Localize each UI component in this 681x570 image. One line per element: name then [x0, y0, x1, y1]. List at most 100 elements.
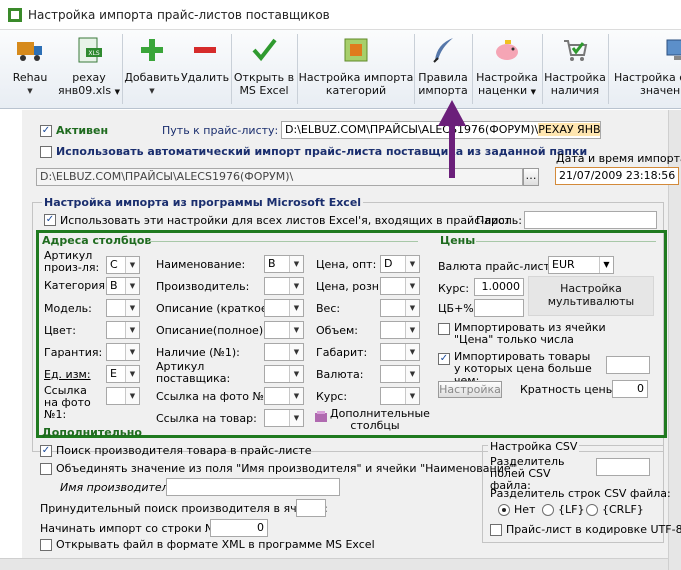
merge-label: Объединять значение из поля "Имя произво… — [56, 462, 516, 475]
chevron-down-icon: ▼ — [405, 366, 419, 382]
supplier-article-label: Артикул поставщика: — [156, 360, 231, 385]
availability-select[interactable]: ▼ — [264, 343, 304, 361]
unit-select[interactable]: E ▼ — [106, 365, 140, 383]
radio-crlf[interactable] — [586, 504, 598, 516]
settings-button[interactable]: Настройка — [438, 381, 502, 398]
category-select[interactable]: B ▼ — [106, 277, 140, 295]
warranty-select[interactable]: ▼ — [106, 343, 140, 361]
model-label: Модель: — [44, 302, 92, 315]
photo2-select[interactable]: ▼ — [264, 387, 304, 405]
maker-name-input[interactable] — [166, 478, 340, 496]
manufacturer-select[interactable]: ▼ — [264, 277, 304, 295]
import-numbers-label: Импортировать из ячейки "Цена" только чи… — [454, 321, 606, 346]
forced-search-input[interactable] — [296, 499, 326, 517]
warranty-label: Гарантия: — [44, 346, 103, 359]
cb-percent-input[interactable] — [474, 299, 524, 317]
markup-settings-button[interactable]: Настройка наценки ▼ — [473, 30, 541, 108]
photo1-label: Ссылка на фото №1: — [44, 384, 91, 421]
file-button[interactable]: XLS рехау янв09.xls ▼ — [58, 30, 120, 108]
radio-lf-label: {LF} — [558, 503, 585, 516]
open-xml-checkbox[interactable] — [40, 539, 52, 551]
radio-lf[interactable] — [542, 504, 554, 516]
supplier-article-select[interactable]: ▼ — [264, 365, 304, 383]
short-desc-select[interactable]: ▼ — [264, 299, 304, 317]
open-excel-button[interactable]: Открыть в MS Excel — [232, 30, 296, 108]
plus-icon — [141, 39, 163, 61]
password-input[interactable] — [524, 211, 657, 229]
merge-checkbox[interactable] — [40, 463, 52, 475]
radio-none[interactable] — [498, 504, 510, 516]
cb-percent-label: ЦБ+% — [438, 302, 474, 315]
dimensions-label: Габарит: — [316, 346, 368, 359]
toolbar-separator — [608, 34, 609, 104]
truck-icon — [17, 42, 42, 61]
currency-price-select[interactable]: EUR ▼ — [548, 256, 614, 274]
import-rules-button[interactable]: Правила импорта — [415, 30, 471, 108]
add-button[interactable]: Добавить ▼ — [124, 30, 180, 108]
article-select[interactable]: C ▼ — [106, 256, 140, 274]
color-label: Цвет: — [44, 324, 76, 337]
multicurrency-button[interactable]: Настройка мультивалюты — [528, 276, 654, 316]
product-link-select[interactable]: ▼ — [264, 409, 304, 427]
model-select[interactable]: ▼ — [106, 299, 140, 317]
weight-select[interactable]: ▼ — [380, 299, 420, 317]
chevron-down-icon: ▼ — [289, 300, 303, 316]
search-maker-checkbox[interactable]: ✓ — [40, 445, 52, 457]
availability-label: Наличие (№1): — [156, 346, 240, 359]
use-all-sheets-label: Использовать эти настройки для всех лист… — [60, 214, 511, 227]
manufacturer-label: Производитель: — [156, 280, 250, 293]
delete-button[interactable]: Удалить — [180, 30, 230, 108]
import-numbers-checkbox[interactable] — [438, 323, 450, 335]
quill-icon — [433, 38, 453, 63]
currency-select[interactable]: ▼ — [380, 365, 420, 383]
csv-title: Настройка CSV — [488, 440, 580, 453]
volume-select[interactable]: ▼ — [380, 321, 420, 339]
rate-column-select[interactable]: ▼ — [380, 387, 420, 405]
cart-icon — [564, 40, 588, 61]
multiplicity-input[interactable]: 0 — [612, 380, 648, 398]
chevron-down-icon: ▼ — [405, 256, 419, 272]
availability-settings-button[interactable]: Настройка наличия — [543, 30, 607, 108]
extra-columns-link[interactable]: Дополнительные столбцы — [330, 408, 430, 432]
chevron-down-icon: ▼ — [125, 300, 139, 316]
app-icon — [8, 8, 22, 22]
category-import-button[interactable]: Настройка импорта категорий — [298, 30, 414, 108]
import-price-more-checkbox[interactable]: ✓ — [438, 353, 450, 365]
window-title: Настройка импорта прайс-листов поставщик… — [28, 8, 330, 22]
wholesale-price-select[interactable]: D ▼ — [380, 255, 420, 273]
rate-input[interactable]: 1.0000 — [474, 278, 524, 296]
chevron-down-icon: ▼ — [405, 322, 419, 338]
full-desc-select[interactable]: ▼ — [264, 321, 304, 339]
name-select[interactable]: B ▼ — [264, 255, 304, 273]
photo1-select[interactable]: ▼ — [106, 387, 140, 405]
retail-price-select[interactable]: ▼ — [380, 277, 420, 295]
horizontal-scrollbar[interactable] — [0, 558, 668, 570]
csv-field-sep-input[interactable] — [596, 458, 650, 476]
auto-import-label: Использовать автоматический импорт прайс… — [56, 145, 588, 158]
maker-name-label: Имя производителя: — [60, 481, 180, 494]
dimensions-select[interactable]: ▼ — [380, 343, 420, 361]
columns-title: Адреса столбцов — [42, 234, 152, 247]
prices-divider — [476, 241, 656, 242]
use-all-sheets-checkbox[interactable]: ✓ — [44, 214, 56, 226]
browse-button[interactable]: … — [523, 168, 539, 186]
auto-import-checkbox[interactable] — [40, 146, 52, 158]
photo2-label: Ссылка на фото №2: — [156, 390, 275, 403]
path-label: Путь к прайс-листу: — [162, 124, 279, 137]
path-highlight: РЕХАУ ЯНВ09.XLS — [538, 123, 600, 136]
volume-label: Объем: — [316, 324, 358, 337]
svg-text:XLS: XLS — [88, 50, 99, 57]
active-checkbox[interactable]: ✓ — [40, 125, 52, 137]
mapping-settings-button[interactable]: Настройка со значен — [612, 30, 681, 108]
left-strip — [0, 110, 22, 570]
extra-columns-icon[interactable] — [314, 410, 328, 424]
color-select[interactable]: ▼ — [106, 321, 140, 339]
utf8-checkbox[interactable] — [490, 524, 502, 536]
rehau-button[interactable]: Rehau ▼ — [6, 30, 54, 108]
excel-file-icon: XLS — [78, 37, 102, 63]
min-price-input[interactable] — [606, 356, 650, 374]
import-datetime-input[interactable]: 21/07/2009 23:18:56 — [555, 167, 679, 185]
open-xml-label: Открывать файл в формате XML в программе… — [56, 538, 375, 551]
chevron-down-icon: ▼ — [125, 322, 139, 338]
start-row-input[interactable]: 0 — [210, 519, 268, 537]
